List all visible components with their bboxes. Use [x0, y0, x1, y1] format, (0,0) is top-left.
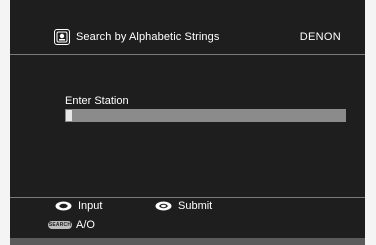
device-bezel: Search by Alphabetic Strings DENON Enter…: [10, 0, 365, 245]
submit-hint-label: Submit: [178, 200, 213, 213]
footer-divider: [10, 197, 365, 198]
header-bar: Search by Alphabetic Strings DENON: [10, 28, 365, 56]
station-input[interactable]: [65, 109, 346, 122]
brand-logo: DENON: [299, 31, 341, 43]
display-screen: Search by Alphabetic Strings DENON Enter…: [10, 0, 365, 238]
rotary-dial-icon: [55, 201, 72, 211]
input-hint-label: Input: [78, 200, 103, 213]
text-cursor: [66, 110, 72, 121]
enter-button-icon: [155, 201, 172, 211]
input-hint[interactable]: Input: [55, 200, 102, 212]
enter-station-label: Enter Station: [65, 95, 129, 107]
page-title: Search by Alphabetic Strings: [76, 31, 220, 43]
header-divider: [10, 54, 365, 55]
footer-hints: Input Submit SEARCH A/O: [10, 200, 365, 238]
search-hint[interactable]: SEARCH A/O: [48, 219, 95, 231]
search-hint-label: A/O: [76, 219, 95, 232]
submit-hint[interactable]: Submit: [155, 200, 212, 212]
search-keypad-icon: [54, 29, 70, 45]
search-button-icon: SEARCH: [48, 221, 72, 230]
